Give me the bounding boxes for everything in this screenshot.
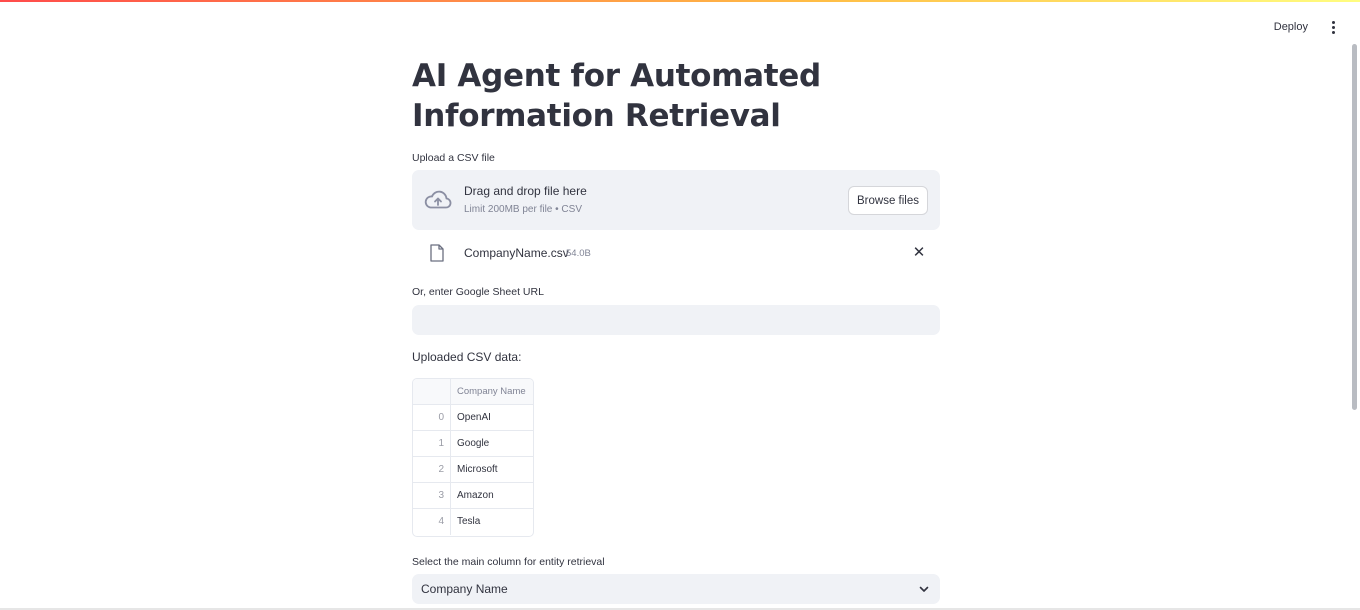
column-header-company-name[interactable]: Company Name [451, 379, 533, 404]
dropzone-instructions: Drag and drop file here [464, 184, 587, 198]
table-row: 4 Tesla [413, 509, 533, 535]
uploader-label: Upload a CSV file [412, 152, 495, 164]
csv-preview-label: Uploaded CSV data: [412, 350, 522, 364]
main-content: AI Agent for Automated Information Retri… [412, 56, 940, 604]
table-cell[interactable]: Microsoft [451, 457, 533, 482]
browse-files-button[interactable]: Browse files [848, 186, 928, 215]
cloud-upload-icon [424, 190, 452, 209]
page-title: AI Agent for Automated Information Retri… [412, 58, 821, 134]
table-row: 0 OpenAI [413, 405, 533, 431]
google-sheet-url-input[interactable] [412, 305, 940, 335]
table-cell[interactable]: Amazon [451, 483, 533, 508]
deploy-button[interactable]: Deploy [1270, 19, 1312, 35]
vertical-ellipsis-icon[interactable] [1326, 17, 1340, 37]
table-cell[interactable]: OpenAI [451, 405, 533, 430]
row-index: 4 [413, 509, 451, 535]
chevron-down-icon [919, 586, 929, 592]
column-select-value: Company Name [421, 582, 508, 596]
page-scrollbar[interactable] [1352, 44, 1357, 410]
uploaded-file-row: CompanyName.csv 54.0B ✕ [412, 240, 940, 268]
row-index: 3 [413, 483, 451, 508]
column-select-label: Select the main column for entity retrie… [412, 556, 605, 568]
dropzone-limit: Limit 200MB per file • CSV [464, 204, 582, 215]
column-select[interactable]: Company Name [412, 574, 940, 604]
header-toolbar: Deploy [1270, 16, 1340, 38]
top-decoration-bar [0, 0, 1360, 2]
table-row: 2 Microsoft [413, 457, 533, 483]
file-icon [430, 244, 444, 262]
table-cell[interactable]: Tesla [451, 509, 533, 535]
google-sheet-label: Or, enter Google Sheet URL [412, 286, 544, 298]
row-index: 1 [413, 431, 451, 456]
row-index: 2 [413, 457, 451, 482]
table-cell[interactable]: Google [451, 431, 533, 456]
row-index: 0 [413, 405, 451, 430]
index-header [413, 379, 451, 404]
uploaded-file-name: CompanyName.csv [464, 246, 569, 260]
table-row: 1 Google [413, 431, 533, 457]
uploaded-file-size: 54.0B [566, 248, 591, 259]
file-dropzone[interactable]: Drag and drop file here Limit 200MB per … [412, 170, 940, 230]
table-header-row: Company Name [413, 379, 533, 405]
close-icon[interactable]: ✕ [912, 244, 926, 262]
table-row: 3 Amazon [413, 483, 533, 509]
csv-dataframe[interactable]: Company Name 0 OpenAI 1 Google 2 Microso… [412, 378, 534, 537]
